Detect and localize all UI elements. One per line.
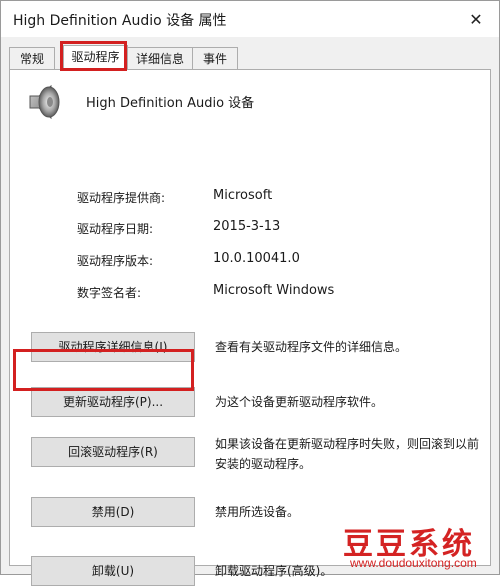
properties-window: High Definition Audio 设备 属性 ✕ 常规 驱动程序 详细… [0,0,500,586]
roll-back-driver-button[interactable]: 回滚驱动程序(R) [31,437,195,467]
window-title: High Definition Audio 设备 属性 [13,13,227,29]
device-name: High Definition Audio 设备 [86,96,255,111]
provider-label: 驱动程序提供商: [77,191,166,205]
version-value: 10.0.10041.0 [213,251,300,266]
driver-details-button[interactable]: 驱动程序详细信息(I) [31,332,195,362]
driver-tab-panel: High Definition Audio 设备 驱动程序提供商: Micros… [9,69,491,586]
dialog-client-area: 常规 驱动程序 详细信息 事件 High Definition Audio 设备… [1,37,499,586]
title-bar: High Definition Audio 设备 属性 ✕ [1,1,499,37]
speaker-icon [29,84,60,120]
date-label: 驱动程序日期: [77,222,154,236]
disable-button[interactable]: 禁用(D) [31,497,195,527]
update-driver-description: 为这个设备更新驱动程序软件。 [215,395,384,409]
signer-label: 数字签名者: [77,286,142,300]
tab-strip: 常规 驱动程序 详细信息 事件 [9,45,489,70]
version-label: 驱动程序版本: [77,254,154,268]
tab-general[interactable]: 常规 [9,47,55,69]
uninstall-button[interactable]: 卸载(U) [31,556,195,586]
roll-back-driver-description: 如果该设备在更新驱动程序时失败，则回滚到以前安装的驱动程序。 [215,437,480,471]
tab-details[interactable]: 详细信息 [127,47,193,69]
tab-events[interactable]: 事件 [192,47,238,69]
disable-description: 禁用所选设备。 [215,505,300,519]
update-driver-button[interactable]: 更新驱动程序(P)... [31,387,195,417]
close-icon: ✕ [469,9,483,29]
uninstall-description: 卸载驱动程序(高级)。 [215,564,333,578]
signer-value: Microsoft Windows [213,283,335,298]
tab-driver[interactable]: 驱动程序 [63,45,128,70]
provider-value: Microsoft [213,188,273,203]
close-button[interactable]: ✕ [463,7,489,31]
date-value: 2015-3-13 [213,219,281,234]
driver-details-description: 查看有关驱动程序文件的详细信息。 [215,340,408,354]
